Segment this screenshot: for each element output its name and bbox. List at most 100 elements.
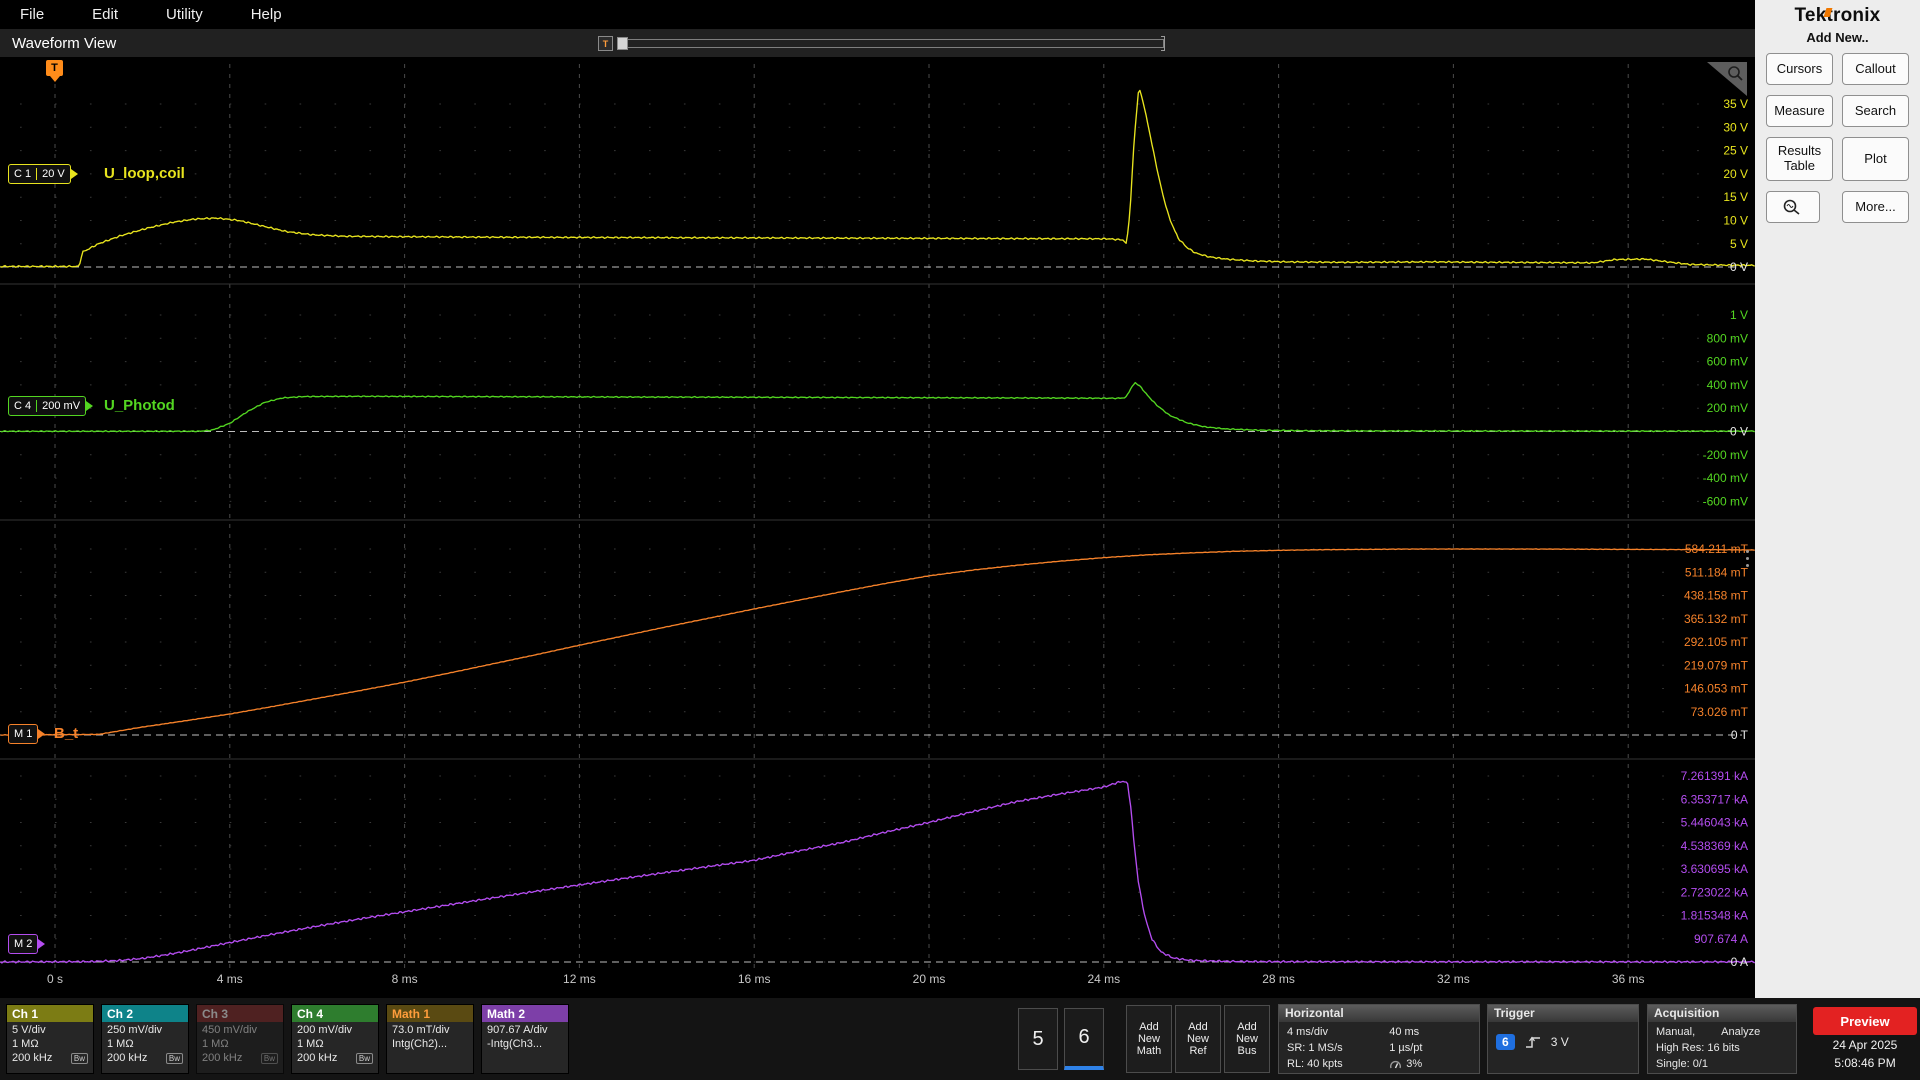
acquisition-panel[interactable]: Acquisition Manual, Analyze High Res: 16… bbox=[1647, 1004, 1797, 1074]
wave-badge-scale: 20 V bbox=[36, 168, 65, 180]
channel-badge-line: 907.67 A/div bbox=[487, 1024, 548, 1036]
horizontal-pan-control[interactable]: T bbox=[598, 36, 1165, 51]
svg-text:200 mV: 200 mV bbox=[1707, 401, 1748, 415]
wave-badge-id: M 1 bbox=[14, 728, 33, 740]
svg-text:-200 mV: -200 mV bbox=[1703, 448, 1748, 462]
channel-badge-line: 200 kHz Bw bbox=[197, 1050, 283, 1064]
svg-text:438.158 mT: 438.158 mT bbox=[1684, 589, 1749, 603]
zoom-box-icon[interactable] bbox=[1707, 62, 1747, 96]
svg-text:0 V: 0 V bbox=[1730, 260, 1748, 274]
preview-button[interactable]: Preview bbox=[1813, 1007, 1917, 1035]
sidebar-plot-button[interactable]: Plot bbox=[1842, 137, 1909, 181]
svg-text:0 T: 0 T bbox=[1731, 728, 1749, 742]
sidebar-results-table-button[interactable]: Results Table bbox=[1766, 137, 1833, 181]
sidebar-zoom-icon-button[interactable] bbox=[1766, 191, 1820, 223]
preview-column: Preview 24 Apr 2025 5:08:46 PM bbox=[1809, 1007, 1920, 1071]
sidebar-more-button[interactable]: More... bbox=[1842, 191, 1909, 223]
pan-thumb[interactable] bbox=[617, 37, 628, 50]
svg-text:6.353717 kA: 6.353717 kA bbox=[1681, 792, 1748, 806]
channel-badge-line: -Intg(Ch3... bbox=[487, 1038, 543, 1050]
horizontal-panel[interactable]: Horizontal 4 ms/div 40 ms SR: 1 MS/s 1 µ… bbox=[1278, 1004, 1480, 1074]
sidebar-search-button[interactable]: Search bbox=[1842, 95, 1909, 127]
acquisition-panel-body: Manual, Analyze High Res: 16 bits Single… bbox=[1648, 1022, 1796, 1070]
trigger-position-flag[interactable]: T bbox=[46, 60, 63, 76]
menu-help[interactable]: Help bbox=[251, 6, 282, 23]
channel-5-button[interactable]: 5 bbox=[1018, 1008, 1058, 1070]
waveform-view-title: Waveform View bbox=[12, 34, 117, 52]
channel-badge-title: Ch 4 bbox=[292, 1005, 378, 1022]
acquisition-analyze: Analyze bbox=[1721, 1026, 1761, 1038]
waveform-view-titlebar: Waveform View T bbox=[0, 29, 1755, 58]
svg-text:0 V: 0 V bbox=[1730, 425, 1748, 439]
menu-edit[interactable]: Edit bbox=[92, 6, 118, 23]
sidebar-cursors-button[interactable]: Cursors bbox=[1766, 53, 1833, 85]
trigger-panel[interactable]: Trigger 6 3 V bbox=[1487, 1004, 1639, 1074]
gauge-icon bbox=[1390, 1060, 1402, 1068]
svg-text:3.630695 kA: 3.630695 kA bbox=[1681, 862, 1748, 876]
sidebar-callout-button[interactable]: Callout bbox=[1842, 53, 1909, 85]
channel-badge-title: Math 1 bbox=[387, 1005, 473, 1022]
add-new-bus-button[interactable]: Add New Bus bbox=[1224, 1005, 1270, 1073]
channel-badge-line: 1 MΩ bbox=[12, 1038, 39, 1050]
wave-badge-id: C 4 bbox=[14, 400, 32, 412]
channel-badge-ch-3[interactable]: Ch 3 450 mV/div 1 MΩ 200 kHz Bw bbox=[196, 1004, 284, 1074]
channel-badge-line: 73.0 mT/div bbox=[392, 1024, 450, 1036]
position-gauge: 3% bbox=[1389, 1058, 1471, 1070]
svg-text:4.538369 kA: 4.538369 kA bbox=[1681, 839, 1748, 853]
svg-text:1 V: 1 V bbox=[1730, 308, 1748, 322]
svg-text:365.132 mT: 365.132 mT bbox=[1684, 612, 1749, 626]
svg-text:-400 mV: -400 mV bbox=[1703, 471, 1748, 485]
svg-text:25 V: 25 V bbox=[1723, 144, 1748, 158]
channel-badge-title: Ch 1 bbox=[7, 1005, 93, 1022]
wave-badge-math-2[interactable]: M 2 bbox=[8, 934, 39, 954]
svg-text:-600 mV: -600 mV bbox=[1703, 494, 1748, 508]
waveform-plot[interactable]: 35 V 30 V 25 V 20 V 15 V 10 V 5 V 0 V 1 V 800 mV 6… bbox=[0, 58, 1755, 998]
channel-badges: Ch 15 V/div 1 MΩ 200 kHz Bw Ch 2 250 mV/div 1 … bbox=[6, 1004, 576, 1074]
svg-text:146.053 mT: 146.053 mT bbox=[1684, 682, 1749, 696]
menu-file[interactable]: File bbox=[20, 6, 44, 23]
wave-badge-id: C 1 bbox=[14, 168, 32, 180]
wave-badge-math-1[interactable]: M 1 bbox=[8, 724, 39, 744]
tektronix-logo: Tektronix bbox=[1755, 5, 1920, 27]
acquisition-resolution: High Res: 16 bits bbox=[1656, 1042, 1740, 1054]
tektronix-logo-text: Tektronix bbox=[1794, 5, 1881, 26]
trigger-panel-body: 6 3 V bbox=[1488, 1022, 1638, 1050]
channel-badge-title: Ch 3 bbox=[197, 1005, 283, 1022]
sample-interval: 1 µs/pt bbox=[1389, 1042, 1423, 1054]
svg-text:24 ms: 24 ms bbox=[1087, 972, 1120, 986]
trigger-panel-title: Trigger bbox=[1488, 1005, 1638, 1022]
pan-trigger-icon[interactable]: T bbox=[598, 36, 613, 51]
channel-badge-ch-1[interactable]: Ch 1 5 V/div 1 MΩ 200 kHz Bw bbox=[6, 1004, 94, 1074]
horizontal-scale: 4 ms/div bbox=[1287, 1026, 1328, 1038]
svg-text:0 A: 0 A bbox=[1731, 955, 1748, 969]
channel-badge-line: Intg(Ch2)... bbox=[392, 1038, 448, 1050]
svg-text:28 ms: 28 ms bbox=[1262, 972, 1295, 986]
channel-badge-line: 1 MΩ bbox=[297, 1038, 324, 1050]
date-label: 24 Apr 2025 bbox=[1832, 1038, 1898, 1052]
channel-badge-math-1[interactable]: Math 1 73.0 mT/div Intg(Ch2)... bbox=[386, 1004, 474, 1074]
svg-text:8 ms: 8 ms bbox=[392, 972, 418, 986]
time-label: 5:08:46 PM bbox=[1834, 1056, 1896, 1070]
menu-utility[interactable]: Utility bbox=[166, 6, 203, 23]
channel-badge-math-2[interactable]: Math 2 907.67 A/div -Intg(Ch3... bbox=[481, 1004, 569, 1074]
svg-text:5.446043 kA: 5.446043 kA bbox=[1681, 816, 1748, 830]
add-new-math-button[interactable]: Add New Math bbox=[1126, 1005, 1172, 1073]
sidebar-measure-button[interactable]: Measure bbox=[1766, 95, 1833, 127]
add-new-ref-button[interactable]: Add New Ref bbox=[1175, 1005, 1221, 1073]
pan-track[interactable] bbox=[617, 36, 1165, 51]
sidebar-buttons: Cursors Callout Measure Search Results Table… bbox=[1755, 53, 1920, 223]
channel-6-button[interactable]: 6 bbox=[1064, 1008, 1104, 1070]
channel-badge-ch-2[interactable]: Ch 2 250 mV/div 1 MΩ 200 kHz Bw bbox=[101, 1004, 189, 1074]
svg-text:800 mV: 800 mV bbox=[1707, 331, 1748, 345]
channel-badge-line: 200 mV/div bbox=[297, 1024, 353, 1036]
channel-badge-ch-4[interactable]: Ch 4 200 mV/div 1 MΩ 200 kHz Bw bbox=[291, 1004, 379, 1074]
svg-text:1.815348 kA: 1.815348 kA bbox=[1681, 909, 1748, 923]
channel-badge-line: 450 mV/div bbox=[202, 1024, 258, 1036]
wave-badge-channel-4[interactable]: C 4 200 mV bbox=[8, 396, 87, 416]
splitter-handle[interactable] bbox=[1746, 550, 1749, 567]
sample-rate: SR: 1 MS/s bbox=[1287, 1042, 1343, 1054]
zoom-icon bbox=[1783, 199, 1800, 215]
wave-badge-channel-1[interactable]: C 1 20 V bbox=[8, 164, 71, 184]
svg-text:4 ms: 4 ms bbox=[217, 972, 243, 986]
svg-text:907.674 A: 907.674 A bbox=[1694, 932, 1748, 946]
